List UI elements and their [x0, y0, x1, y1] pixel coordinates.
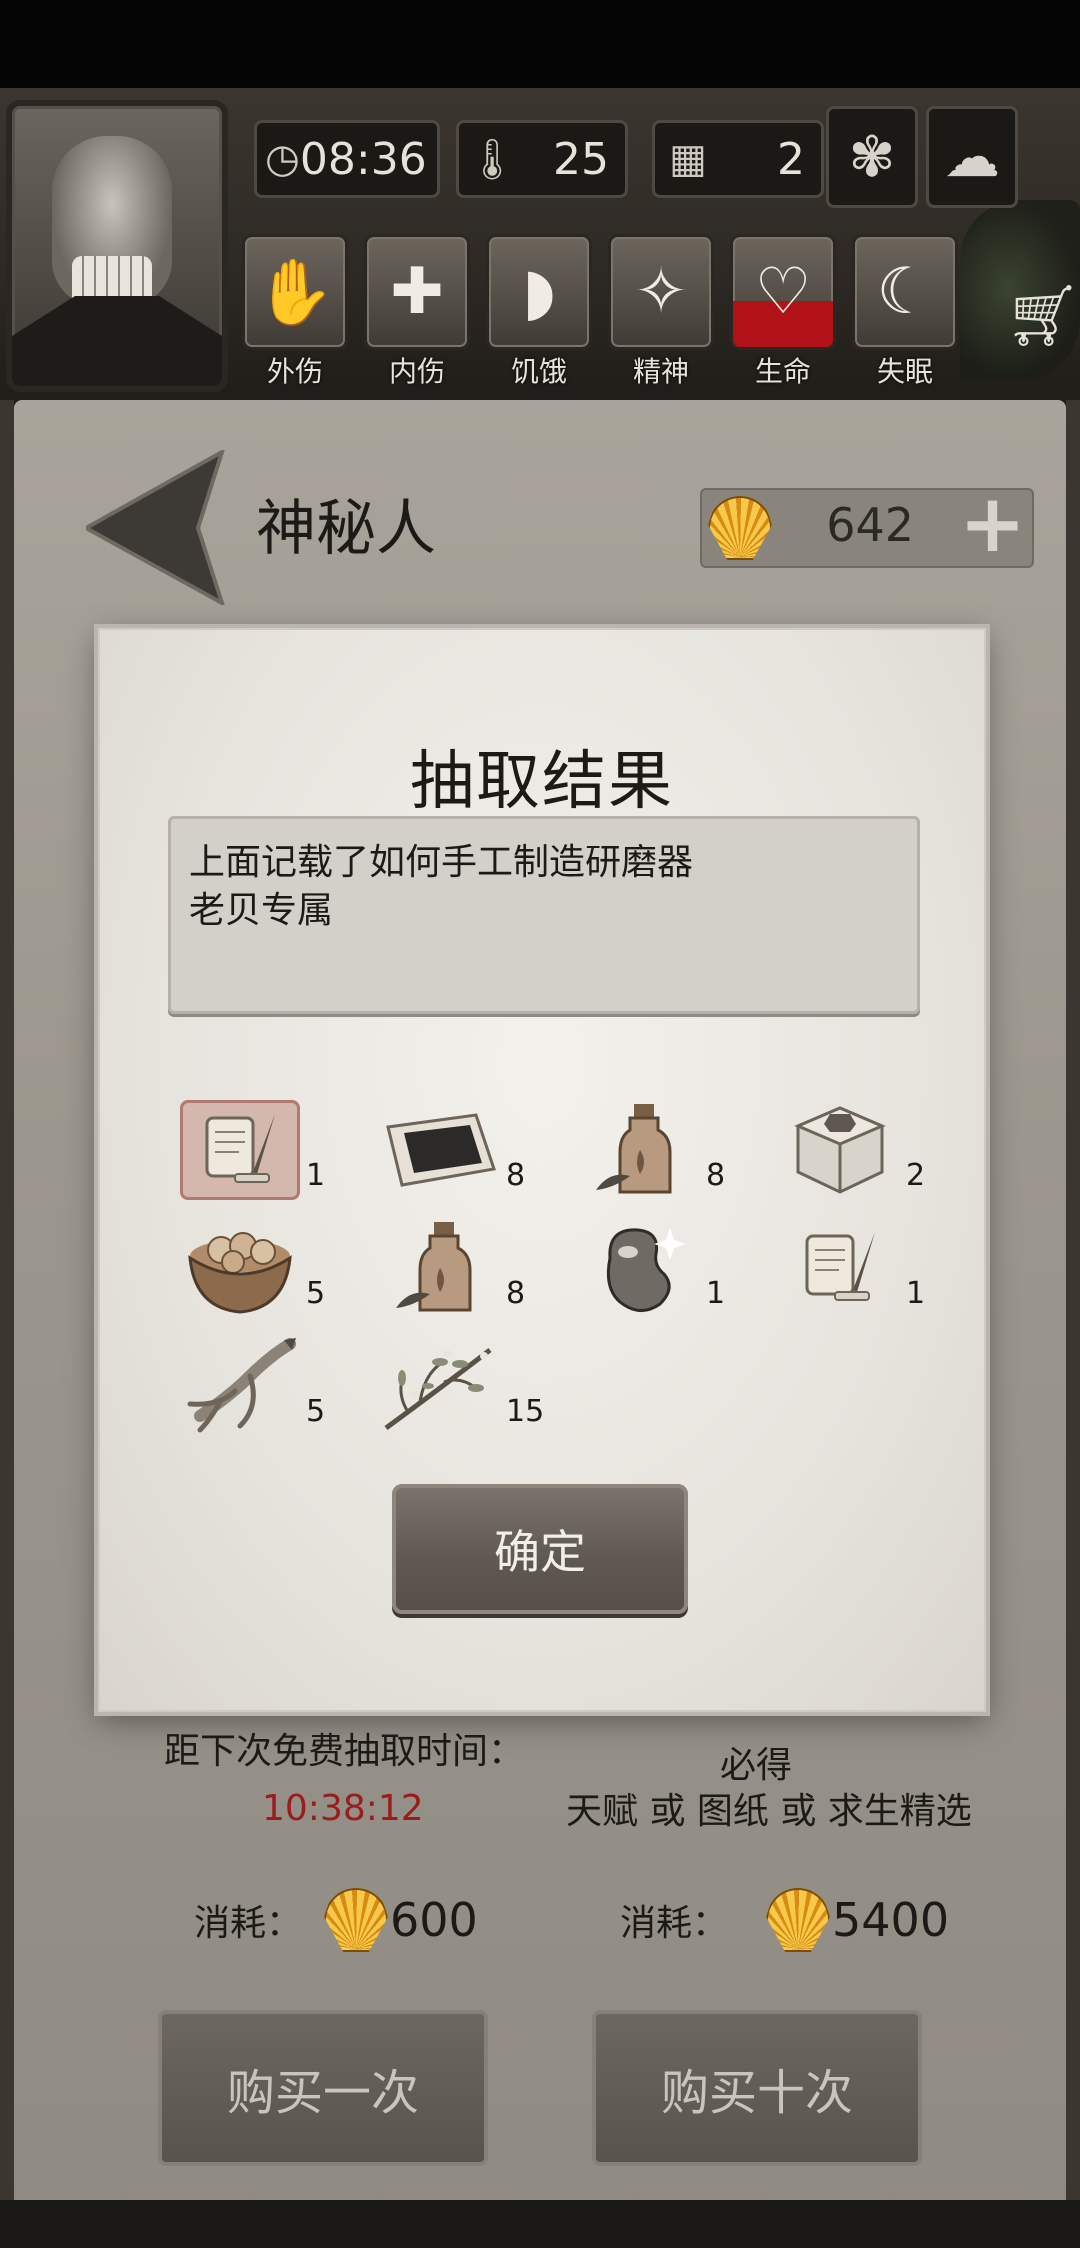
- add-shells-button[interactable]: +: [959, 484, 1026, 564]
- free-draw-label: 距下次免费抽取时间：: [164, 1731, 525, 1772]
- item-count: 8: [506, 1158, 526, 1193]
- status-label: 失眠: [876, 355, 933, 388]
- status-insomnia[interactable]: ☾ 失眠: [852, 234, 958, 388]
- back-arrow-icon[interactable]: [86, 450, 226, 605]
- single-cost: 消耗： 600: [194, 1888, 478, 1952]
- description-line: 老贝专属: [189, 890, 334, 931]
- item-count: 1: [706, 1276, 726, 1311]
- item-count: 5: [306, 1276, 326, 1311]
- status-bar: [0, 0, 1080, 88]
- status-label: 精神: [632, 355, 689, 388]
- thermometer-icon: 🌡︎: [466, 136, 518, 183]
- day-display: ▦ 2: [652, 120, 824, 198]
- weather-rain-icon[interactable]: ☁: [926, 106, 1018, 208]
- page-title: 神秘人: [256, 494, 436, 564]
- reward-grid: 1 8 8 2 5 8 1 1 5 15: [180, 1100, 925, 1433]
- reward-item[interactable]: 8: [380, 1218, 540, 1328]
- cost-value: 5400: [832, 1893, 950, 1947]
- status-hunger[interactable]: ◗ 饥饿: [486, 234, 592, 388]
- cost-label: 消耗：: [194, 1903, 303, 1944]
- reward-item[interactable]: 5: [180, 1218, 340, 1328]
- shell-icon: [708, 496, 772, 560]
- hand-wound-icon: ✋: [242, 234, 348, 350]
- clock-display: ◷ 08:36: [254, 120, 440, 198]
- item-count: 5: [306, 1394, 326, 1429]
- moon-star-icon: ☾: [852, 234, 958, 350]
- herb-branch-icon: [380, 1336, 500, 1436]
- status-label: 生命: [754, 355, 811, 388]
- charcoal-sheet-icon: [380, 1100, 500, 1200]
- status-external-injury[interactable]: ✋ 外伤: [242, 234, 348, 388]
- temperature-value: 25: [553, 133, 609, 185]
- temperature-display: 🌡︎ 25: [456, 120, 628, 198]
- buy-ten-button[interactable]: 购买十次: [592, 2010, 922, 2166]
- portrait-coat: [12, 296, 222, 386]
- status-label: 饥饿: [510, 355, 567, 388]
- status-internal-injury[interactable]: ✚ 内伤: [364, 234, 470, 388]
- shopping-cart-icon[interactable]: 🛒︎: [1005, 280, 1080, 351]
- reward-item[interactable]: 8: [580, 1100, 740, 1210]
- season-leaf-icon[interactable]: ✾: [826, 106, 918, 208]
- ginseng-root-icon: [180, 1336, 300, 1436]
- cost-label: 消耗：: [620, 1903, 729, 1944]
- guarantee-description: 天赋 或 图纸 或 求生精选: [566, 1791, 972, 1832]
- clock-value: 08:36: [299, 133, 427, 185]
- description-line: 上面记载了如何手工制造研磨器: [189, 842, 694, 883]
- buy-once-button[interactable]: 购买一次: [158, 2010, 488, 2166]
- stomach-icon: ◗: [486, 234, 592, 350]
- reward-item[interactable]: 15: [380, 1336, 544, 1446]
- character-portrait[interactable]: [6, 100, 228, 392]
- item-description-box: 上面记载了如何手工制造研磨器 老贝专属: [168, 816, 920, 1014]
- status-life[interactable]: ♡ 生命: [730, 234, 836, 388]
- ten-cost: 消耗： 5400: [620, 1888, 949, 1952]
- cross-icon: ✚: [364, 234, 470, 350]
- blueprint-scroll-icon: [180, 1100, 300, 1200]
- metal-box-icon: [780, 1100, 900, 1200]
- confirm-button[interactable]: 确定: [392, 1484, 688, 1614]
- reward-item[interactable]: 2: [780, 1100, 940, 1210]
- item-count: 1: [906, 1276, 926, 1311]
- reward-item[interactable]: 1: [780, 1218, 940, 1328]
- status-label: 外伤: [266, 355, 323, 388]
- guarantee-title: 必得: [720, 1745, 793, 1786]
- shell-count: 642: [826, 498, 914, 552]
- shell-icon: [766, 1888, 831, 1952]
- shiny-bean-icon: [580, 1218, 700, 1318]
- calendar-icon: ▦: [669, 136, 707, 182]
- item-count: 2: [906, 1158, 926, 1193]
- blueprint-scroll-icon: [780, 1218, 900, 1318]
- herbal-bottle-icon: [580, 1100, 700, 1200]
- herbal-bottle-icon: [380, 1218, 500, 1318]
- clock-icon: ◷: [265, 136, 300, 182]
- heart-icon: ♡: [730, 234, 836, 350]
- day-value: 2: [777, 133, 805, 185]
- draw-result-dialog: 抽取结果 上面记载了如何手工制造研磨器 老贝专属 1 8 8 2 5 8 1 1…: [98, 628, 986, 1712]
- reward-item[interactable]: 1: [580, 1218, 740, 1328]
- free-draw-timer: 10:38:12: [262, 1788, 424, 1829]
- item-count: 15: [506, 1394, 545, 1429]
- nut-bowl-icon: [180, 1218, 300, 1318]
- reward-item[interactable]: 1: [180, 1100, 340, 1210]
- item-count: 8: [506, 1276, 526, 1311]
- shell-icon: [324, 1888, 389, 1952]
- item-count: 1: [306, 1158, 326, 1193]
- status-label: 内伤: [388, 355, 445, 388]
- shell-balance: 642 +: [700, 484, 1034, 568]
- panel-border-left: [0, 400, 14, 2248]
- panel-border-right: [1066, 400, 1080, 2248]
- reward-item[interactable]: 5: [180, 1336, 340, 1446]
- reward-item[interactable]: 8: [380, 1100, 540, 1210]
- item-count: 8: [706, 1158, 726, 1193]
- status-mind[interactable]: ✧ 精神: [608, 234, 714, 388]
- cost-value: 600: [390, 1893, 478, 1947]
- bottom-border: [0, 2200, 1080, 2248]
- mind-icon: ✧: [608, 234, 714, 350]
- dialog-title: 抽取结果: [410, 745, 674, 819]
